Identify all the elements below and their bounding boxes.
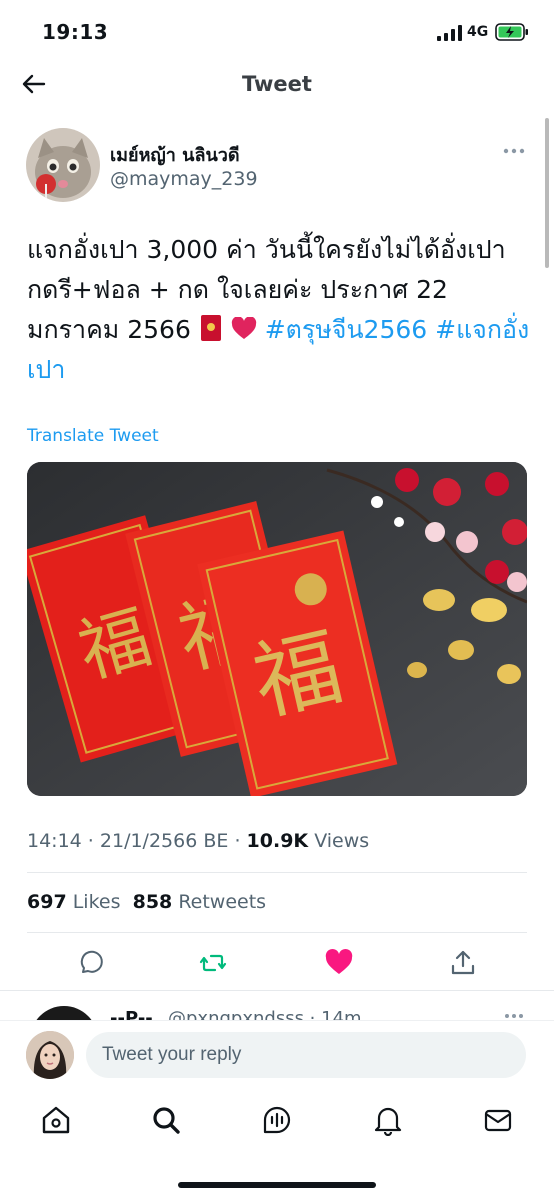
notifications-icon[interactable] [372, 1104, 404, 1136]
signal-icon [437, 25, 462, 41]
spaces-icon[interactable] [261, 1104, 293, 1136]
views-count: 10.9K [246, 830, 309, 852]
tweet-time: 14:14 [27, 830, 82, 852]
status-bar: 19:13 4G [0, 0, 554, 62]
more-options-icon[interactable] [503, 1012, 525, 1020]
nav-header: Tweet [0, 62, 554, 108]
author-handle[interactable]: @maymay_239 [110, 168, 258, 190]
tweet-stats: 697 Likes 858 Retweets [27, 891, 266, 913]
translate-tweet-link[interactable]: Translate Tweet [27, 426, 159, 446]
retweet-icon[interactable] [198, 948, 228, 978]
tweet-text: แจกอั่งเปา 3,000 ค่า วันนี้ใครยังไม่ได้อ… [27, 230, 532, 390]
battery-charging-icon [495, 23, 528, 41]
divider [27, 872, 527, 873]
home-icon[interactable] [40, 1104, 72, 1136]
divider [0, 990, 554, 991]
search-icon[interactable] [150, 1104, 182, 1136]
status-time: 19:13 [42, 20, 109, 44]
red-envelopes-photo: 福 福 福 [27, 462, 527, 796]
reply-avatar[interactable] [30, 1006, 98, 1020]
scrollbar[interactable] [545, 118, 549, 268]
likes-count[interactable]: 697 [27, 891, 67, 913]
author-avatar[interactable] [26, 128, 100, 202]
red-heart-emoji [231, 317, 256, 339]
user-avatar-photo [26, 1031, 74, 1079]
reply-compose-bar: Tweet your reply [0, 1020, 554, 1092]
likes-label[interactable]: Likes [73, 891, 121, 913]
reply-author-handle[interactable]: @pxngpxndsss · 14m [168, 1008, 362, 1020]
divider [27, 932, 527, 933]
reply-author-name[interactable]: --P-- [110, 1008, 153, 1020]
home-indicator[interactable] [178, 1182, 376, 1188]
cat-avatar-icon [26, 128, 100, 202]
retweets-count[interactable]: 858 [133, 891, 173, 913]
reply-icon[interactable] [75, 948, 105, 978]
like-icon[interactable] [324, 948, 354, 978]
share-icon[interactable] [448, 948, 478, 978]
tweet-date: 21/1/2566 BE [99, 830, 229, 852]
reply-preview[interactable]: --P-- @pxngpxndsss · 14m [0, 992, 554, 1020]
author-display-name[interactable]: เมย์หญ้า นลินวดี [110, 140, 240, 169]
messages-icon[interactable] [482, 1104, 514, 1136]
hashtag-link[interactable]: #ตรุษจีน2566 [265, 315, 427, 344]
retweets-label[interactable]: Retweets [178, 891, 266, 913]
reply-input[interactable]: Tweet your reply [86, 1032, 526, 1078]
views-label: Views [314, 830, 370, 852]
user-avatar[interactable] [26, 1031, 74, 1079]
more-options-icon[interactable] [500, 144, 528, 158]
tweet-media-image[interactable]: 福 福 福 [27, 462, 527, 796]
red-envelope-emoji [200, 315, 221, 341]
network-label: 4G [467, 24, 489, 40]
tweet-timestamp-views: 14:14 · 21/1/2566 BE · 10.9K Views [27, 830, 370, 852]
page-title: Tweet [242, 72, 312, 96]
tweet-action-bar [0, 944, 554, 982]
